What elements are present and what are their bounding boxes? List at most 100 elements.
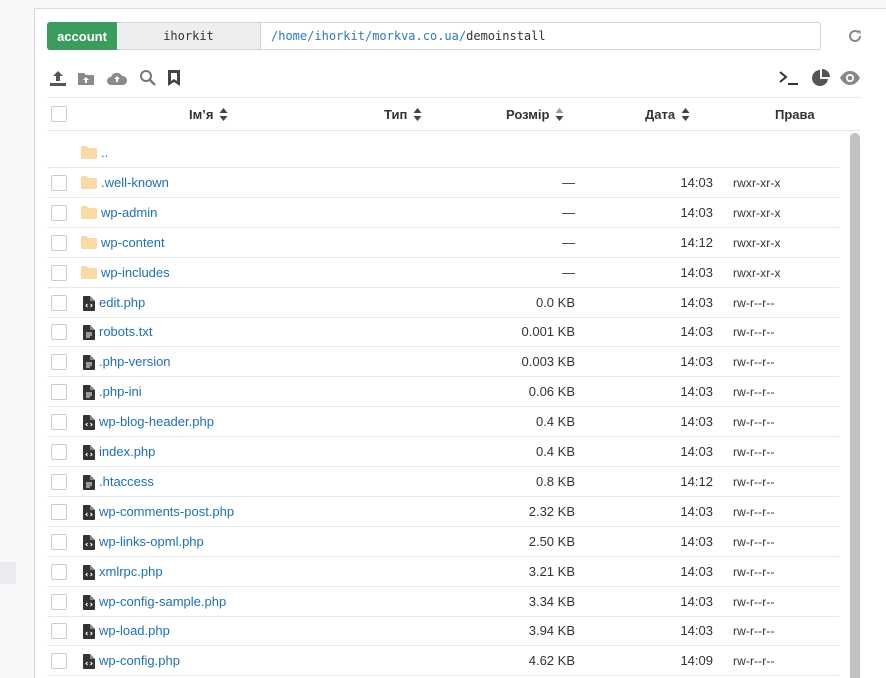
column-type-header[interactable]: Тип [384,98,422,130]
select-all-checkbox[interactable] [51,106,67,122]
row-checkbox[interactable] [51,294,67,311]
row-checkbox[interactable] [51,414,67,431]
column-perms-header[interactable]: Права [775,98,815,130]
file-permissions[interactable]: rw-r--r-- [733,377,775,407]
row-checkbox[interactable] [51,623,67,640]
file-permissions[interactable]: rw-r--r-- [733,288,775,318]
table-row[interactable]: .php-version 0.003 KB 14:03 rw-r--r-- [47,347,839,378]
file-name-link[interactable]: wp-config-sample.php [99,587,226,617]
row-checkbox[interactable] [51,533,67,550]
file-permissions[interactable]: rw-r--r-- [733,587,775,617]
file-permissions[interactable]: rwxr-xr-x [733,258,781,288]
file-permissions[interactable]: rw-r--r-- [733,437,775,467]
sort-icon [555,107,564,121]
bookmark-icon[interactable] [163,67,185,89]
file-permissions[interactable]: rw-r--r-- [733,616,775,646]
file-name-link[interactable]: robots.txt [99,317,152,347]
row-checkbox[interactable] [51,174,67,191]
file-name-link[interactable]: wp-load.php [99,616,170,646]
table-row[interactable]: wp-comments-post.php 2.32 KB 14:03 rw-r--r-… [47,497,839,527]
column-name-label: Ім’я [189,106,214,122]
table-row[interactable]: .well-known — 14:03 rwxr-xr-x [47,168,839,198]
search-icon[interactable] [137,67,159,89]
terminal-icon[interactable] [777,67,801,89]
eye-icon[interactable] [839,67,861,89]
file-permissions[interactable]: rw-r--r-- [733,497,775,527]
file-permissions[interactable]: rwxr-xr-x [733,198,781,228]
disk-usage-pie-icon[interactable] [810,67,832,89]
row-checkbox[interactable] [51,473,67,490]
file-permissions[interactable]: rw-r--r-- [733,407,775,437]
row-checkbox[interactable] [51,264,67,281]
row-checkbox[interactable] [51,234,67,251]
table-row[interactable]: .htaccess 0.8 KB 14:12 rw-r--r-- [47,467,839,497]
file-permissions[interactable]: rw-r--r-- [733,347,775,377]
table-row[interactable]: wp-content — 14:12 rwxr-xr-x [47,228,839,258]
file-name-link[interactable]: .. [101,138,108,168]
row-checkbox[interactable] [51,204,67,221]
file-name-link[interactable]: wp-config.php [99,646,180,676]
file-name-link[interactable]: wp-comments-post.php [99,497,234,527]
column-date-header[interactable]: Дата [645,98,690,130]
table-row[interactable]: .. [47,138,839,168]
table-row[interactable]: wp-load.php 3.94 KB 14:03 rw-r--r-- [47,616,839,647]
row-checkbox[interactable] [51,563,67,580]
file-name-link[interactable]: .well-known [101,168,169,198]
row-checkbox[interactable] [51,354,67,371]
file-permissions[interactable]: rwxr-xr-x [733,228,781,258]
file-name-link[interactable]: .php-version [99,347,171,377]
row-checkbox[interactable] [51,653,67,670]
breadcrumb-segment[interactable]: ihorkit [314,29,365,43]
upload-icon[interactable] [47,67,69,89]
scrollbar-thumb[interactable] [850,133,860,678]
table-row[interactable]: wp-admin — 14:03 rwxr-xr-x [47,198,839,228]
row-checkbox[interactable] [51,593,67,610]
file-name-link[interactable]: .htaccess [99,467,154,497]
file-permissions[interactable]: rw-r--r-- [733,467,775,497]
account-button[interactable]: account [47,22,117,50]
file-permissions[interactable]: rw-r--r-- [733,646,775,676]
table-row[interactable]: robots.txt 0.001 KB 14:03 rw-r--r-- [47,317,839,348]
cloud-upload-icon[interactable] [105,67,129,89]
file-permissions[interactable]: rwxr-xr-x [733,168,781,198]
refresh-icon[interactable] [847,28,863,44]
file-name-link[interactable]: index.php [99,437,155,467]
file-name-link[interactable]: wp-admin [101,198,157,228]
file-name-link[interactable]: wp-links-opml.php [99,527,204,557]
file-name-link[interactable]: wp-blog-header.php [99,407,214,437]
table-row[interactable]: wp-includes — 14:03 rwxr-xr-x [47,258,839,288]
new-folder-icon[interactable] [75,67,97,89]
folder-icon [81,205,97,220]
file-name-link[interactable]: wp-content [101,228,165,258]
file-permissions[interactable]: rw-r--r-- [733,317,775,347]
column-size-header[interactable]: Розмір [506,98,564,130]
table-row[interactable]: edit.php 0.0 KB 14:03 rw-r--r-- [47,288,839,318]
code-file-icon [83,295,99,311]
column-perms-label: Права [775,106,815,122]
text-file-icon [83,355,99,371]
file-permissions[interactable]: rw-r--r-- [733,527,775,557]
table-row[interactable]: .php-ini 0.06 KB 14:03 rw-r--r-- [47,377,839,408]
row-checkbox[interactable] [51,444,67,460]
file-size: 3.34 KB [528,593,575,609]
table-row[interactable]: wp-blog-header.php 0.4 KB 14:03 rw-r--r-- [47,407,839,438]
breadcrumb-root[interactable]: / [271,29,278,43]
file-name-link[interactable]: xmlrpc.php [99,557,163,587]
table-row[interactable]: wp-config.php 4.62 KB 14:09 rw-r--r-- [47,646,839,677]
row-checkbox[interactable] [51,324,67,341]
file-name-link[interactable]: wp-includes [101,258,170,288]
file-permissions[interactable]: rw-r--r-- [733,557,775,587]
row-checkbox[interactable] [51,503,67,520]
file-name-link[interactable]: edit.php [99,288,145,318]
column-name-header[interactable]: Ім’я [189,98,228,130]
breadcrumb-segment[interactable]: home [278,29,307,43]
table-row[interactable]: wp-links-opml.php 2.50 KB 14:03 rw-r--r-- [47,527,839,557]
file-name-link[interactable]: .php-ini [99,377,142,407]
table-row[interactable]: wp-config-sample.php 3.34 KB 14:03 rw-r--r-… [47,587,839,617]
row-checkbox[interactable] [51,384,67,401]
table-row[interactable]: xmlrpc.php 3.21 KB 14:03 rw-r--r-- [47,557,839,587]
table-row[interactable]: index.php 0.4 KB 14:03 rw-r--r-- [47,437,839,467]
user-name-box[interactable]: ihorkit [117,22,261,50]
breadcrumb-segment[interactable]: morkva.co.ua [372,29,459,43]
sort-icon [219,107,228,121]
